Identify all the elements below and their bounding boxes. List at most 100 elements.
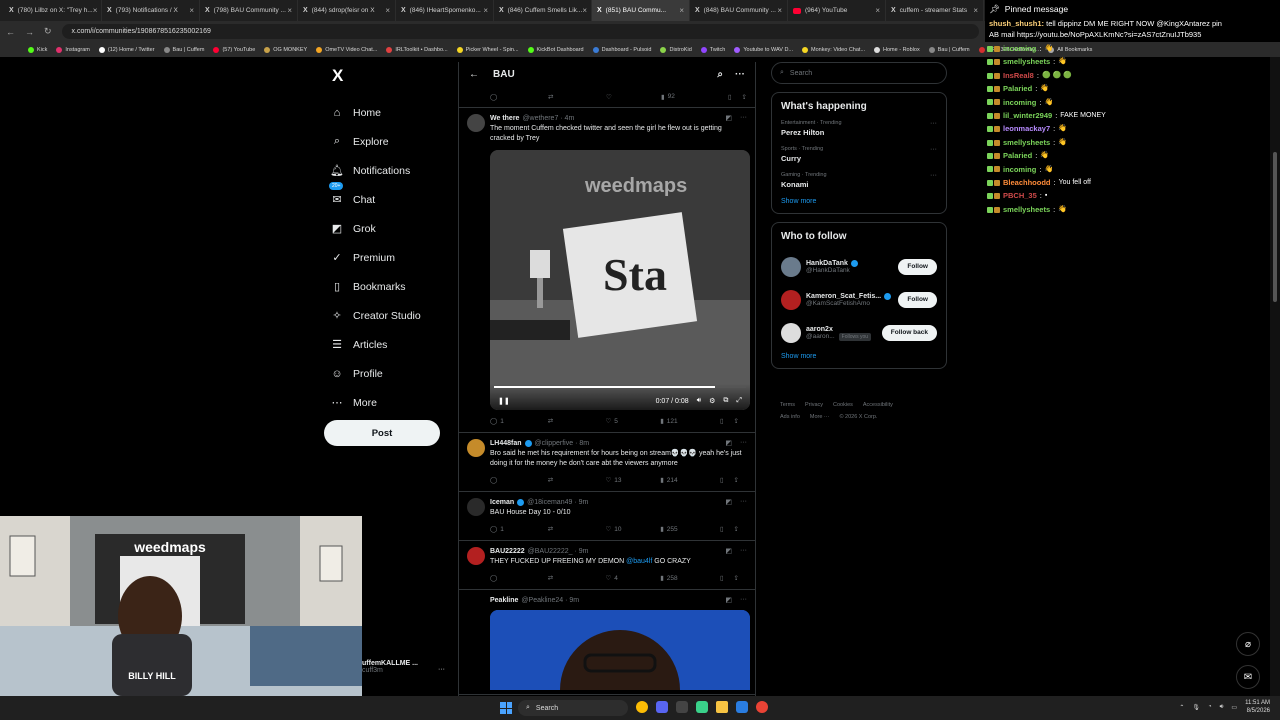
- browser-tab[interactable]: X (780) Lilbz on X: "Trey h... ×: [4, 0, 102, 21]
- grok-icon[interactable]: ◩: [725, 498, 732, 506]
- video-progress-bar[interactable]: [494, 386, 746, 388]
- reload-icon[interactable]: ↻: [44, 26, 52, 37]
- like-icon[interactable]: ♡ 13: [605, 476, 660, 485]
- more-icon[interactable]: ···: [740, 439, 747, 447]
- chat-username[interactable]: smellysheets: [1003, 203, 1050, 216]
- more-icon[interactable]: ···: [930, 146, 937, 153]
- more-icon[interactable]: ···: [740, 547, 747, 555]
- like-icon[interactable]: ♡ 5: [605, 417, 660, 426]
- bookmark-item[interactable]: Kick: [28, 46, 47, 53]
- app-icon[interactable]: [696, 701, 708, 713]
- clock[interactable]: 11:51 AM 8/5/2026: [1245, 699, 1270, 715]
- author-name[interactable]: LH448fan: [490, 440, 522, 447]
- views-icon[interactable]: ▮ 214: [660, 476, 720, 485]
- bookmark-item[interactable]: (57) YouTube: [213, 46, 255, 53]
- chrome-icon[interactable]: [636, 701, 648, 713]
- tweet[interactable]: We there @wethere7 · 4m ◩ ··· The moment Cuf…: [459, 108, 755, 433]
- back-arrow-icon[interactable]: ←: [6, 27, 15, 37]
- reply-icon[interactable]: ◯ 1: [490, 525, 548, 534]
- scrollbar-thumb[interactable]: [1273, 152, 1277, 302]
- chat-username[interactable]: lil_winter2949: [1003, 109, 1052, 122]
- browser-tab[interactable]: X (846) IHeartSpomenko... ×: [396, 0, 494, 21]
- close-icon[interactable]: ×: [287, 6, 292, 15]
- nav-item-notifications[interactable]: 🔔︎ Notifications: [324, 156, 454, 185]
- browser-tab[interactable]: X (848) BAU Community ... ×: [690, 0, 788, 21]
- browser-tab[interactable]: X (798) BAU Community ... ×: [200, 0, 298, 21]
- close-icon[interactable]: ×: [189, 6, 194, 15]
- bookmark-icon[interactable]: ▯: [720, 476, 724, 484]
- popout-icon[interactable]: ⧉: [723, 397, 728, 405]
- close-icon[interactable]: ×: [875, 6, 880, 15]
- follow-name[interactable]: Kameron_Scat_Fetis...: [806, 293, 881, 300]
- bookmark-item[interactable]: Instagram: [56, 46, 90, 53]
- nav-item-more[interactable]: ⋯ More: [324, 388, 454, 417]
- nav-item-articles[interactable]: ☰ Articles: [324, 330, 454, 359]
- trend-item[interactable]: Gaming · Trending Konami ···: [781, 172, 937, 189]
- more-icon[interactable]: ···: [930, 120, 937, 127]
- like-icon[interactable]: ♡: [606, 93, 661, 101]
- browser-tab[interactable]: (964) YouTube ×: [788, 0, 886, 21]
- nav-item-explore[interactable]: ⌕ Explore: [324, 127, 454, 156]
- repost-icon[interactable]: ⇄: [548, 574, 606, 582]
- repost-icon[interactable]: ⇄: [548, 525, 606, 533]
- browser-tab[interactable]: X (844) sdrop(feisr on X ×: [298, 0, 396, 21]
- browser-tab[interactable]: X (793) Notifications / X ×: [102, 0, 200, 21]
- reply-icon[interactable]: ◯: [490, 574, 548, 582]
- footer-link[interactable]: Ads info: [780, 414, 800, 420]
- follow-button[interactable]: Follow back: [881, 324, 937, 341]
- nav-item-chat[interactable]: ✉ 20+ Chat: [324, 182, 454, 214]
- author-name[interactable]: We there: [490, 115, 519, 122]
- nav-item-home[interactable]: ⌂ Home: [324, 98, 454, 127]
- browser-tab[interactable]: Xcuffem - streamer Stats ×: [886, 0, 984, 21]
- bookmark-item[interactable]: Bau | Cuffem: [928, 46, 970, 53]
- grok-icon[interactable]: ◩: [725, 547, 732, 555]
- repost-icon[interactable]: ⇄: [548, 476, 606, 484]
- follow-suggestion[interactable]: aaron2x @aaron... Follows you Follow back: [781, 316, 937, 349]
- bookmark-item[interactable]: Twitch: [700, 46, 725, 53]
- messages-float-icon[interactable]: ✉: [1236, 665, 1260, 689]
- fullscreen-icon[interactable]: ⤢: [736, 397, 742, 405]
- avatar[interactable]: [467, 498, 485, 516]
- chat-username[interactable]: smellysheets: [1003, 136, 1050, 149]
- x-logo[interactable]: X: [332, 66, 454, 86]
- grok-icon[interactable]: ◩: [725, 596, 732, 604]
- close-icon[interactable]: ×: [483, 6, 488, 15]
- mic-icon[interactable]: 🎙︎: [1192, 704, 1200, 711]
- bookmark-icon[interactable]: ▯: [720, 417, 724, 425]
- share-icon[interactable]: ⇪: [734, 525, 739, 533]
- reply-icon[interactable]: ◯: [490, 476, 548, 484]
- chrome-icon[interactable]: [756, 701, 768, 713]
- share-icon[interactable]: ⇪: [734, 417, 739, 425]
- avatar[interactable]: [781, 256, 801, 277]
- views-icon[interactable]: ▮ 255: [660, 525, 720, 534]
- browser-tab[interactable]: X (851) BAU Commu... ×: [592, 0, 690, 21]
- bookmark-item[interactable]: KickBot Dashboard: [527, 46, 584, 53]
- back-arrow-icon[interactable]: ←: [469, 69, 479, 80]
- discord-icon[interactable]: [656, 701, 668, 713]
- obs-icon[interactable]: [676, 701, 688, 713]
- bookmark-icon[interactable]: ▯: [720, 525, 724, 533]
- avatar[interactable]: [467, 547, 485, 565]
- repost-icon[interactable]: ⇄: [548, 417, 606, 425]
- bookmark-item[interactable]: OG MONKEY: [264, 46, 307, 53]
- follow-suggestion[interactable]: HankDaTank @HankDaTank Follow: [781, 250, 937, 283]
- share-icon[interactable]: ⇪: [734, 476, 739, 484]
- footer-link[interactable]: Privacy: [805, 402, 823, 408]
- like-icon[interactable]: ♡ 10: [605, 525, 660, 534]
- author-name[interactable]: BAU22222: [490, 548, 525, 555]
- reply-icon[interactable]: ◯: [490, 93, 548, 101]
- trend-item[interactable]: Entertainment · Trending Perez Hilton ···: [781, 120, 937, 137]
- bookmark-item[interactable]: DistroKid: [660, 46, 692, 53]
- trend-item[interactable]: Sports · Trending Curry ···: [781, 146, 937, 163]
- bookmark-item[interactable]: (12) Home / Twitter: [98, 46, 155, 53]
- close-icon[interactable]: ×: [385, 6, 390, 15]
- follow-name[interactable]: aaron2x: [806, 326, 833, 333]
- bookmark-icon[interactable]: ▯: [720, 574, 724, 582]
- chat-username[interactable]: Bleachhoodd: [1003, 176, 1051, 189]
- tweet[interactable]: Peakline @Peakline24 · 9m ◩ ···: [459, 590, 755, 695]
- close-icon[interactable]: ×: [93, 6, 98, 15]
- chat-username[interactable]: incoming: [1003, 96, 1036, 109]
- chat-username[interactable]: smellysheets: [1003, 55, 1050, 68]
- grok-icon[interactable]: ◩: [725, 114, 732, 122]
- pause-icon[interactable]: ❚❚: [498, 397, 510, 405]
